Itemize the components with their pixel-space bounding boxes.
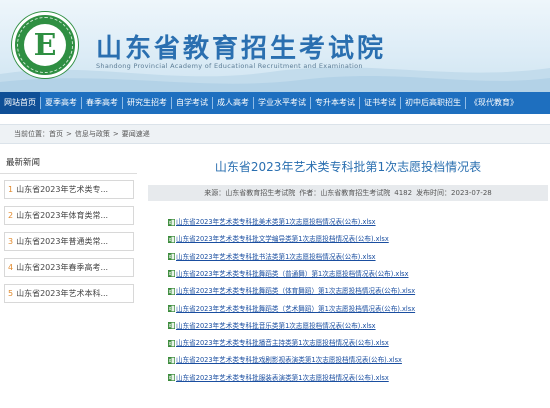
nav-item[interactable]: 初中后高职招生 — [401, 92, 465, 114]
attachment-filename: 山东省2023年艺术类专科批文学编导类第1次志愿投档情况表(公布).xlsx — [176, 235, 389, 244]
sidebar-title: 最新新闻 — [0, 152, 137, 174]
sidebar-item-number: 1 — [8, 185, 14, 194]
attachment-filename: 山东省2023年艺术类专科批书法类第1次志愿投档情况表(公布).xlsx — [176, 252, 376, 261]
sidebar-item-label: 山东省2023年艺术本科... — [16, 289, 109, 298]
breadcrumb-prefix: 当前位置： — [14, 130, 49, 138]
attachment-filename: 山东省2023年艺术类专科批舞蹈类（艺术舞蹈）第1次志愿投档情况表(公布).xl… — [176, 304, 416, 313]
excel-file-icon — [168, 218, 175, 226]
site-subtitle: Shandong Provincial Academy of Education… — [96, 62, 363, 70]
breadcrumb-separator: > — [112, 130, 119, 138]
main-nav: 网站首页 夏季高考 春季高考 研究生招考 自学考试 成人高考 学业水平考试 专升本考试 证书考试… — [0, 92, 550, 114]
site-header: E 山东省教育招生考试院 Shandong Provincial Academy… — [0, 0, 550, 92]
sidebar-news-item[interactable]: 2 山东省2023年体育类常... — [4, 206, 134, 225]
sidebar-news-item[interactable]: 1 山东省2023年艺术类专... — [4, 180, 134, 199]
attachment-filename: 山东省2023年艺术类专科批舞蹈类（普通舞）第1次志愿投档情况表(公布).xls… — [176, 269, 409, 278]
sidebar-news-item[interactable]: 3 山东省2023年普通类常... — [4, 232, 134, 251]
nav-item[interactable]: 研究生招考 — [123, 92, 171, 114]
article-content: 山东省2023年艺术类专科批第1次志愿投档情况表 来源：山东省教育招生考试院 作者… — [148, 152, 550, 408]
attachment-filename: 山东省2023年艺术类专科批音乐类第1次志愿投档情况表(公布).xlsx — [176, 321, 376, 330]
attachment-filename: 山东省2023年艺术类专科批服装表演类第1次志愿投档情况表(公布).xlsx — [176, 373, 389, 382]
attachment-filename: 山东省2023年艺术类专科批舞蹈类（体育舞蹈）第1次志愿投档情况表(公布).xl… — [176, 287, 416, 296]
attachment-link[interactable]: 山东省2023年艺术类专科批服装表演类第1次志愿投档情况表(公布).xlsx — [168, 372, 389, 384]
attachment-link[interactable]: 山东省2023年艺术类专科批美术类第1次志愿投档情况表(公布).xlsx — [168, 216, 376, 228]
sidebar-item-label: 山东省2023年艺术类专... — [16, 185, 109, 194]
attachment-link[interactable]: 山东省2023年艺术类专科批舞蹈类（体育舞蹈）第1次志愿投档情况表(公布).xl… — [168, 285, 415, 297]
article-views: 4182 — [394, 189, 413, 197]
breadcrumb-separator: > — [66, 130, 72, 138]
sidebar-item-label: 山东省2023年普通类常... — [16, 237, 109, 246]
sidebar-item-number: 2 — [8, 211, 14, 220]
nav-item[interactable]: 成人高考 — [213, 92, 253, 114]
sidebar-item-number: 5 — [8, 289, 14, 298]
site-title: 山东省教育招生考试院 — [96, 34, 387, 64]
article-author: 作者：山东省教育招生考试院 — [299, 189, 391, 197]
excel-file-icon — [168, 339, 175, 347]
attachment-filename: 山东省2023年艺术类专科批戏剧影视表演类第1次志愿投档情况表(公布).xlsx — [176, 356, 402, 365]
sidebar-item-label: 山东省2023年春季高考... — [16, 263, 109, 272]
excel-file-icon — [168, 270, 175, 278]
excel-file-icon — [168, 322, 175, 330]
attachment-link[interactable]: 山东省2023年艺术类专科批文学编导类第1次志愿投档情况表(公布).xlsx — [168, 233, 389, 245]
logo-letter: E — [24, 24, 66, 66]
nav-item[interactable]: 春季高考 — [82, 92, 122, 114]
excel-file-icon — [168, 253, 175, 261]
breadcrumb-link-news[interactable]: 要闻速递 — [122, 130, 150, 138]
breadcrumb-link-home[interactable]: 首页 — [49, 130, 63, 138]
attachment-link[interactable]: 山东省2023年艺术类专科批舞蹈类（艺术舞蹈）第1次志愿投档情况表(公布).xl… — [168, 303, 415, 315]
nav-item[interactable]: 证书考试 — [360, 92, 400, 114]
excel-file-icon — [168, 235, 175, 243]
nav-item[interactable]: 网站首页 — [0, 92, 40, 114]
excel-file-icon — [168, 305, 175, 312]
sidebar-news-item[interactable]: 4 山东省2023年春季高考... — [4, 258, 134, 277]
excel-file-icon — [168, 374, 175, 382]
attachment-filename: 山东省2023年艺术类专科批播音主持类第1次志愿投档情况表(公布).xlsx — [176, 339, 389, 348]
sidebar-item-label: 山东省2023年体育类常... — [16, 211, 109, 220]
site-logo[interactable]: E — [12, 12, 78, 78]
nav-item[interactable]: 《现代教育》 — [466, 92, 522, 114]
breadcrumb-link-policy[interactable]: 信息与政策 — [75, 130, 110, 138]
nav-item[interactable]: 夏季高考 — [41, 92, 81, 114]
attachment-link[interactable]: 山东省2023年艺术类专科批书法类第1次志愿投档情况表(公布).xlsx — [168, 251, 376, 263]
nav-item[interactable]: 自学考试 — [172, 92, 212, 114]
sidebar-item-number: 3 — [8, 237, 14, 246]
sidebar: 最新新闻 1 山东省2023年艺术类专... 2 山东省2023年体育类常... 3… — [0, 152, 137, 408]
attachment-filename: 山东省2023年艺术类专科批美术类第1次志愿投档情况表(公布).xlsx — [176, 218, 376, 226]
article-meta: 来源：山东省教育招生考试院 作者：山东省教育招生考试院 4182 发布时间：2023-… — [148, 185, 548, 201]
breadcrumb: 当前位置：首页 > 信息与政策 > 要闻速递 — [0, 124, 550, 144]
attachment-link[interactable]: 山东省2023年艺术类专科批音乐类第1次志愿投档情况表(公布).xlsx — [168, 320, 376, 332]
attachment-link[interactable]: 山东省2023年艺术类专科批播音主持类第1次志愿投档情况表(公布).xlsx — [168, 337, 389, 349]
sidebar-news-item[interactable]: 5 山东省2023年艺术本科... — [4, 284, 134, 303]
excel-file-icon — [168, 356, 175, 364]
nav-item[interactable]: 专升本考试 — [311, 92, 359, 114]
sidebar-item-number: 4 — [8, 263, 14, 272]
nav-item[interactable]: 学业水平考试 — [254, 92, 310, 114]
attachment-link[interactable]: 山东省2023年艺术类专科批戏剧影视表演类第1次志愿投档情况表(公布).xlsx — [168, 354, 402, 366]
attachment-link[interactable]: 山东省2023年艺术类专科批舞蹈类（普通舞）第1次志愿投档情况表(公布).xls… — [168, 268, 409, 280]
article-title: 山东省2023年艺术类专科批第1次志愿投档情况表 — [214, 160, 482, 174]
excel-file-icon — [168, 287, 175, 295]
article-published: 发布时间：2023-07-28 — [416, 189, 492, 197]
article-source: 来源：山东省教育招生考试院 — [204, 189, 296, 197]
